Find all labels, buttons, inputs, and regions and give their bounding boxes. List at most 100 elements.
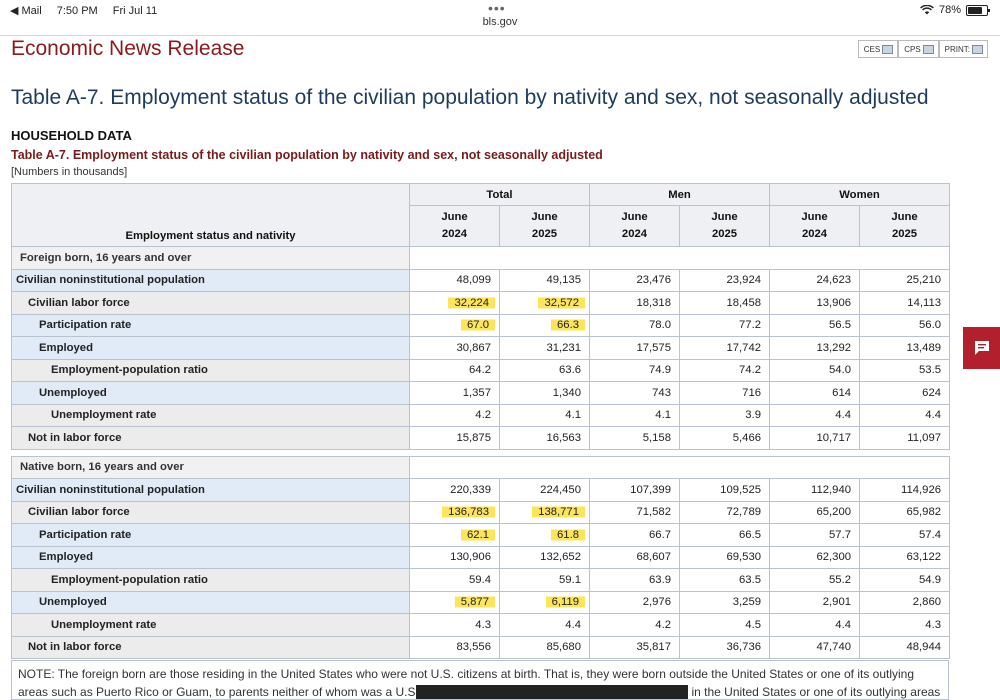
cps-button[interactable]: CPS xyxy=(898,40,939,58)
table-cell: 4.5 xyxy=(678,613,771,637)
row-label: Unemployment rate xyxy=(11,403,410,427)
cell-value: 68,607 xyxy=(636,551,671,564)
cell-value: 30,867 xyxy=(456,341,491,354)
table-cell: 2,976 xyxy=(589,590,680,614)
table-cell: 68,607 xyxy=(589,545,680,569)
table-row: Civilian noninstitutional population 220,… xyxy=(11,478,951,502)
cell-value: 13,489 xyxy=(906,341,942,354)
highlighted-cell-value: 138,771 xyxy=(532,505,585,520)
cell-value: 74.9 xyxy=(649,364,671,377)
cell-value: 4.4 xyxy=(925,409,942,422)
table-cell: 14,113 xyxy=(859,291,951,315)
table-row: Not in labor force 15,875 16,563 5,158 5,466… xyxy=(11,426,951,450)
table-cell: 13,489 xyxy=(859,336,951,360)
cell-value: 15,875 xyxy=(456,431,491,444)
ces-button[interactable]: CES xyxy=(857,40,899,58)
cell-value: 18,318 xyxy=(636,296,671,309)
table-cell: 66.7 xyxy=(589,523,680,547)
section-blank xyxy=(408,246,951,270)
print-button[interactable]: PRINT: xyxy=(938,40,988,58)
table-cell: 63,122 xyxy=(859,545,951,569)
table-cell: 624 xyxy=(859,381,951,405)
table-cell: 224,450 xyxy=(499,478,590,502)
table-cell: 32,572 xyxy=(499,291,590,315)
column-header-june-2024: June 2024 xyxy=(589,205,680,247)
release-title[interactable]: Economic News Release xyxy=(11,37,244,61)
battery-icon xyxy=(966,4,990,16)
cell-value: 71,582 xyxy=(636,506,671,519)
cell-value: 66.7 xyxy=(649,528,671,541)
cell-value: 107,399 xyxy=(630,483,671,496)
cps-label: CPS xyxy=(904,45,921,54)
page-title: Table A-7. Employment status of the civi… xyxy=(11,86,929,109)
row-label: Civilian labor force xyxy=(11,500,410,524)
table-cell: 66.3 xyxy=(499,313,590,337)
highlighted-cell-value: 67.0 xyxy=(461,318,495,333)
table-cell: 54.0 xyxy=(769,358,861,382)
units-note: [Numbers in thousands] xyxy=(11,166,128,178)
table-cell: 112,940 xyxy=(769,478,861,502)
printer-icon xyxy=(882,45,894,54)
table-cell: 66.5 xyxy=(678,523,771,547)
table-cell: 4.2 xyxy=(409,403,500,427)
cell-value: 55.2 xyxy=(829,573,852,586)
table-cell: 5,158 xyxy=(589,426,680,450)
redacted-text: . citizen. The native born are people wh… xyxy=(415,685,689,699)
cell-value: 5,466 xyxy=(732,431,762,444)
table-cell: 48,944 xyxy=(859,635,951,659)
table-cell: 57.4 xyxy=(859,523,951,547)
table-cell: 4.4 xyxy=(769,403,861,427)
column-year: 2024 xyxy=(621,228,648,240)
table-row: Employed 130,906 132,652 68,607 69,530 62,300… xyxy=(11,545,951,569)
column-year: 2024 xyxy=(441,228,468,240)
table-cell: 77.2 xyxy=(678,313,771,337)
cell-value: 2,901 xyxy=(822,596,852,609)
more-dots-icon[interactable]: ••• xyxy=(488,0,506,16)
cell-value: 716 xyxy=(742,386,762,399)
ios-status-bar: ◀ Mail 7:50 PM Fri Jul 11 ••• bls.gov 78… xyxy=(0,0,1000,28)
table-cell: 56.0 xyxy=(859,313,951,337)
header-icons: CES CPS PRINT: xyxy=(857,40,988,58)
table-cell: 62,300 xyxy=(769,545,861,569)
table-row: Civilian noninstitutional population 48,0… xyxy=(11,268,951,292)
cell-value: 57.7 xyxy=(829,528,852,541)
section-header-row: Foreign born, 16 years and over xyxy=(11,246,951,270)
table-cell: 59.4 xyxy=(409,568,500,592)
table-subtitle: Table A-7. Employment status of the civi… xyxy=(11,148,603,162)
cell-value: 1,357 xyxy=(462,386,491,399)
column-month: June xyxy=(711,211,738,223)
highlighted-cell-value: 61.8 xyxy=(551,527,585,542)
table-cell: 24,623 xyxy=(769,268,861,292)
feedback-chat-button[interactable] xyxy=(963,327,1000,369)
cell-value: 66.5 xyxy=(739,528,762,541)
row-label: Employed xyxy=(11,336,410,360)
cell-value: 3.9 xyxy=(745,409,762,422)
url-label[interactable]: bls.gov xyxy=(0,16,1000,28)
section-blank xyxy=(408,455,951,479)
household-heading: HOUSEHOLD DATA xyxy=(11,128,132,143)
cell-value: 224,450 xyxy=(540,483,581,496)
table-cell: 53.5 xyxy=(859,358,951,382)
table-row: Unemployment rate 4.3 4.4 4.2 4.5 4.4 4.3 xyxy=(11,613,951,637)
table-cell: 56.5 xyxy=(769,313,861,337)
table-cell: 36,736 xyxy=(678,635,771,659)
cell-value: 1,340 xyxy=(552,386,581,399)
table-cell: 62.1 xyxy=(409,523,500,547)
cell-value: 25,210 xyxy=(906,274,942,287)
table-cell: 25,210 xyxy=(859,268,951,292)
table-row: Civilian labor force 32,224 32,572 18,318 18… xyxy=(11,291,951,315)
cell-value: 53.5 xyxy=(919,364,942,377)
table-cell: 49,135 xyxy=(499,268,590,292)
printer-icon xyxy=(922,45,934,54)
cell-value: 78.0 xyxy=(649,319,671,332)
table-row: Employment-population ratio 64.2 63.6 74.9 7… xyxy=(11,358,951,382)
cell-value: 63,122 xyxy=(906,551,942,564)
table-row: Participation rate 67.0 66.3 78.0 77.2 56.5 56… xyxy=(11,313,951,337)
table-cell: 2,901 xyxy=(769,590,861,614)
table-cell: 2,860 xyxy=(859,590,951,614)
table-cell: 10,717 xyxy=(769,426,861,450)
table-row: Unemployment rate 4.2 4.1 4.1 3.9 4.4 4.4 xyxy=(11,403,951,427)
table-cell: 17,742 xyxy=(678,336,771,360)
cell-value: 4.5 xyxy=(745,618,762,631)
cell-value: 4.3 xyxy=(475,618,491,631)
